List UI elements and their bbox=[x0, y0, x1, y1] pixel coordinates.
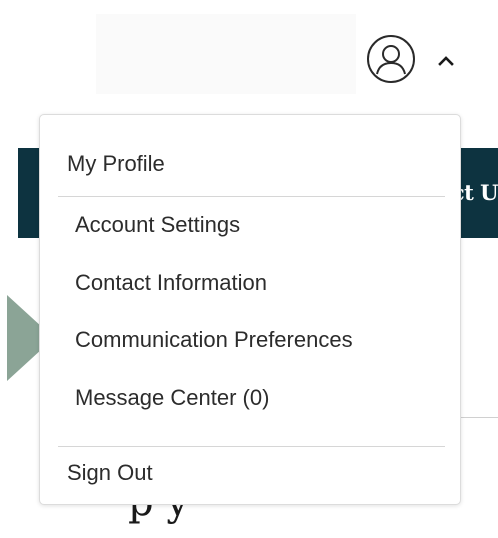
chevron-up-icon[interactable] bbox=[434, 48, 458, 72]
menu-divider bbox=[58, 446, 445, 447]
profile-dropdown-menu: My Profile Account Settings Contact Info… bbox=[39, 114, 461, 505]
menu-item-communication-preferences[interactable]: Communication Preferences bbox=[75, 326, 353, 354]
menu-item-message-center[interactable]: Message Center (0) bbox=[75, 384, 269, 412]
header-shade bbox=[96, 14, 356, 94]
menu-item-contact-information[interactable]: Contact Information bbox=[75, 269, 267, 297]
header-bar bbox=[0, 0, 498, 112]
menu-item-account-settings[interactable]: Account Settings bbox=[75, 211, 240, 239]
page: ct U p y My Profile Account Settings Con… bbox=[0, 0, 498, 538]
content-divider bbox=[460, 417, 498, 418]
menu-item-sign-out[interactable]: Sign Out bbox=[67, 459, 153, 487]
user-circle-icon[interactable] bbox=[367, 35, 415, 83]
menu-item-my-profile[interactable]: My Profile bbox=[67, 150, 165, 178]
menu-divider bbox=[58, 196, 445, 197]
